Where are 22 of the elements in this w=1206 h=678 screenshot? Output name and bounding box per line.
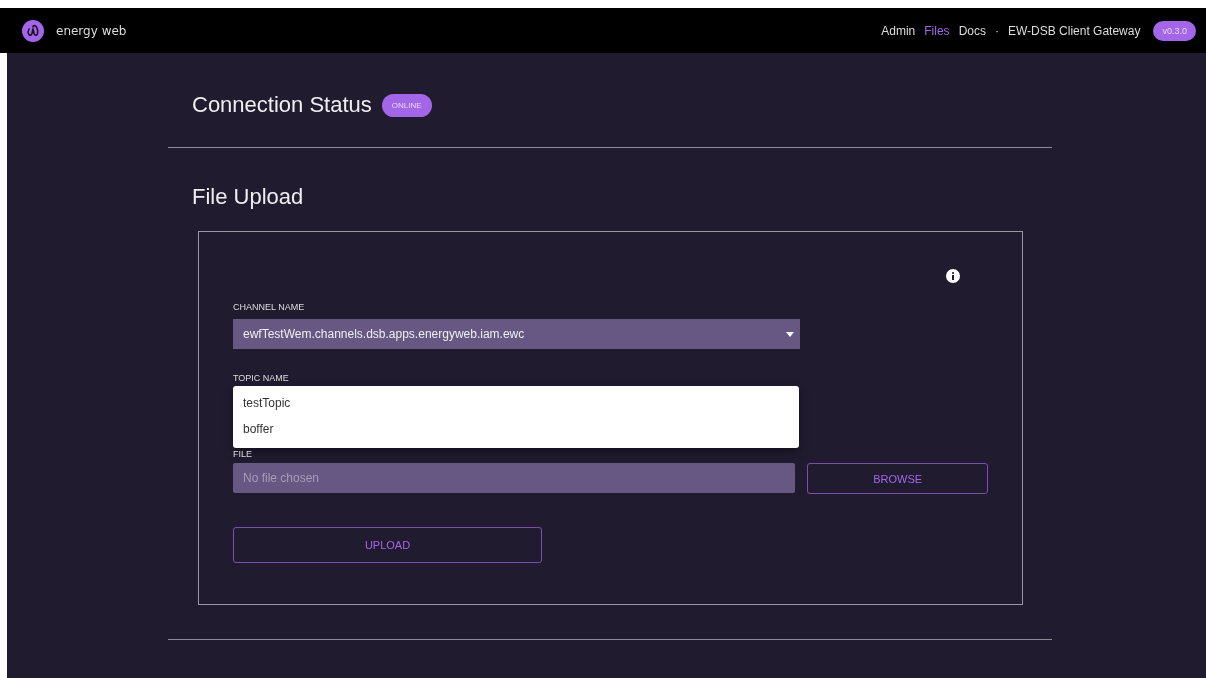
menu-option[interactable]: testTopic [233,391,799,417]
nav-link[interactable]: Admin [881,23,916,38]
caret-icon [786,331,794,337]
version-badge: v0.3.0 [1153,20,1196,41]
status-badge: ONLINE [381,93,432,117]
browse-button[interactable]: BROWSE [807,463,988,494]
field-label: FILE [233,449,253,459]
field-label: CHANNEL NAME [233,302,306,312]
section-title: File Upload [191,183,305,210]
nav-link[interactable]: Files [924,23,950,38]
file-field[interactable]: No file chosen [233,463,796,493]
app-name: EW-DSB Client Gateway [1007,23,1141,38]
field-label: TOPIC NAME [233,373,290,383]
logo-icon [22,19,44,42]
brand-name: energy web [56,23,127,38]
nav-link[interactable]: Docs [958,23,986,38]
info-icon[interactable] [946,269,960,283]
upload-button[interactable]: UPLOAD [233,527,542,563]
channel-select[interactable]: ewfTestWem.channels.dsb.apps.energyweb.iam.ewc [233,319,800,349]
section-title: Connection Status [192,92,372,118]
menu-option[interactable]: boffer [233,417,799,443]
separator-dot: · [994,23,999,38]
